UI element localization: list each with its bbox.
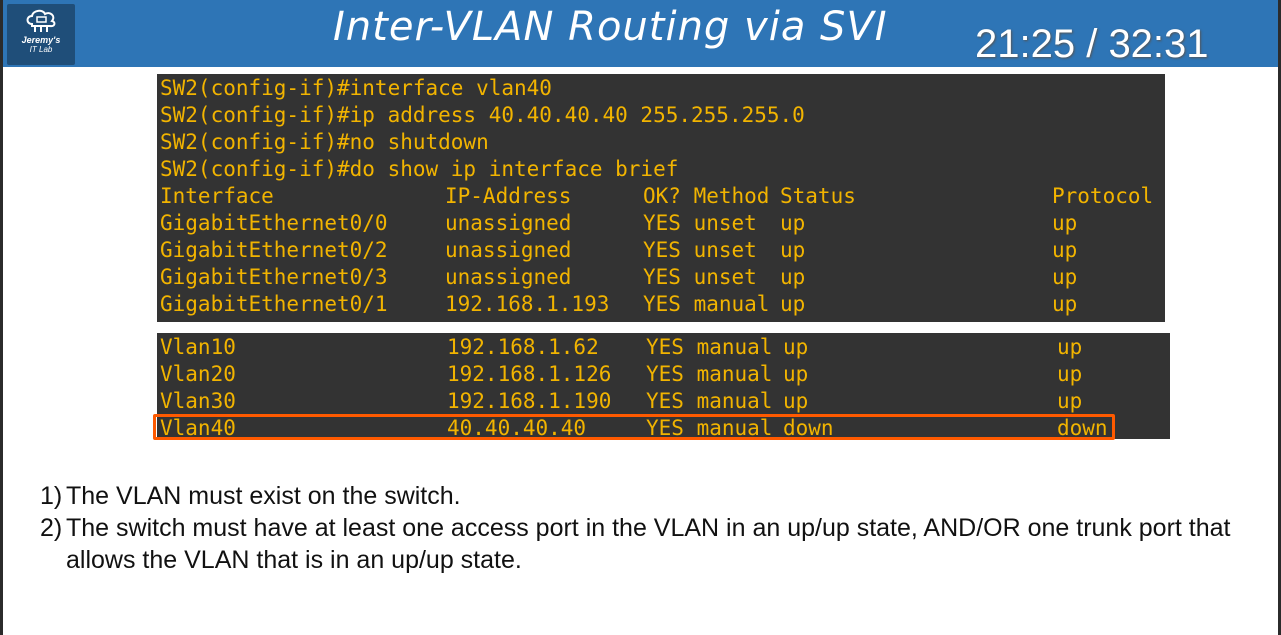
terminal-command-line: SW2(config-if)#do show ip interface brie…: [160, 157, 679, 181]
column-header-protocol: Protocol: [1052, 184, 1154, 208]
table-row: Vlan20 192.168.1.126 YES manual up up: [160, 362, 1083, 386]
logo-line-2: IT Lab: [29, 45, 53, 54]
terminal-command-line: SW2(config-if)#no shutdown: [160, 130, 489, 154]
note-text: The VLAN must exist on the switch.: [66, 482, 461, 510]
table-row: Vlan10 192.168.1.62 YES manual up up: [160, 335, 1083, 359]
terminal-command-line: SW2(config-if)#ip address 40.40.40.40 25…: [160, 103, 805, 127]
table-row: GigabitEthernet0/0 unassigned YES unset …: [160, 211, 1078, 235]
note-number: 2): [40, 514, 63, 542]
table-row: GigabitEthernet0/1 192.168.1.193 YES man…: [160, 292, 1078, 316]
notes-list: 1) The VLAN must exist on the switch. 2)…: [40, 480, 1260, 576]
logo: Jeremy's IT Lab: [7, 4, 75, 65]
table-row: GigabitEthernet0/2 unassigned YES unset …: [160, 238, 1078, 262]
logo-line-1: Jeremy's: [21, 35, 61, 45]
note-item: 2) The switch must have at least one acc…: [40, 512, 1260, 576]
vlan40-highlight-box: [153, 414, 1115, 440]
video-timer: 21:25 / 32:31: [975, 22, 1209, 66]
table-row: Vlan30 192.168.1.190 YES manual up up: [160, 389, 1083, 413]
note-number: 1): [40, 482, 63, 510]
terminal-command-line: SW2(config-if)#interface vlan40: [160, 76, 552, 100]
terminal-output-top: SW2(config-if)#interface vlan40 SW2(conf…: [157, 74, 1165, 322]
slide-header: Jeremy's IT Lab Inter-VLAN Routing via S…: [3, 0, 1278, 67]
column-header-ip-address: IP-Address: [445, 184, 572, 208]
note-item: 1) The VLAN must exist on the switch.: [40, 480, 1260, 512]
left-border: [0, 0, 3, 635]
note-text: The switch must have at least one access…: [66, 514, 1231, 574]
column-header-interface: Interface: [160, 184, 274, 208]
column-header-ok-method: OK? Method: [643, 184, 770, 208]
column-header-status: Status: [780, 184, 856, 208]
table-row: GigabitEthernet0/3 unassigned YES unset …: [160, 265, 1078, 289]
slide-title: Inter-VLAN Routing via SVI: [333, 4, 888, 50]
cloud-network-icon: [26, 9, 56, 32]
table-header-row: Interface IP-Address OK? Method Status P…: [157, 183, 1165, 210]
